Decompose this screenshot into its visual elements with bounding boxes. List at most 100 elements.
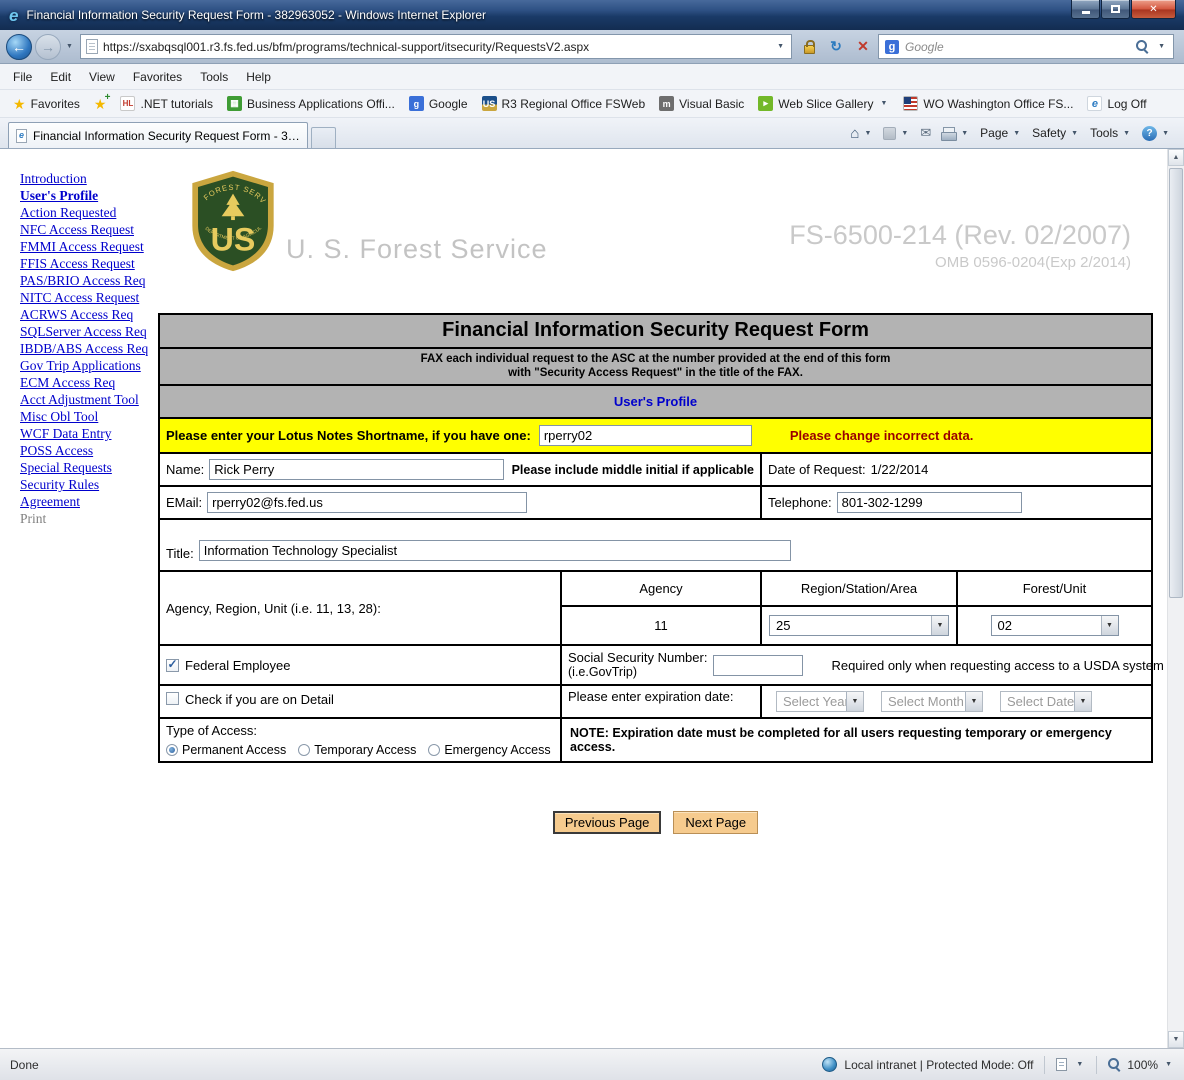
scroll-up-button[interactable]: ▲ [1168,149,1184,166]
tools-menu-button[interactable]: Tools▼ [1085,122,1137,144]
sidebar-item-agreement[interactable]: Agreement [20,493,158,510]
sidebar-item-acct-adjustment[interactable]: Acct Adjustment Tool [20,391,158,408]
name-row: Name: Please include middle initial if a… [160,452,1151,485]
sidebar-item-pas-brio-access[interactable]: PAS/BRIO Access Req [20,272,158,289]
read-mail-button[interactable]: ✉ [915,121,936,145]
emergency-access-radio[interactable] [428,744,440,756]
sidebar-item-nfc-access[interactable]: NFC Access Request [20,221,158,238]
web-slice-icon: ▸ [758,96,773,111]
title-input[interactable] [199,540,791,561]
forward-button[interactable]: → [35,34,61,60]
recent-pages-dropdown-icon[interactable]: ▼ [64,43,75,50]
page-icon [86,39,98,54]
back-button[interactable]: ← [6,34,32,60]
sidebar-item-acrws-access[interactable]: ACRWS Access Req [20,306,158,323]
ie-icon: e [9,7,18,24]
sidebar-item-gov-trip[interactable]: Gov Trip Applications [20,357,158,374]
security-report-button[interactable] [797,34,821,59]
lotus-shortname-input[interactable] [539,425,752,446]
zoom-level: 100% [1127,1058,1158,1072]
sidebar-item-sqlserver-access[interactable]: SQLServer Access Req [20,323,158,340]
sidebar-item-wcf-data-entry[interactable]: WCF Data Entry [20,425,158,442]
forest-unit-select[interactable]: 02 ▼ [991,615,1119,636]
sidebar-item-ffis-access[interactable]: FFIS Access Request [20,255,158,272]
favorite-dotnet-tutorials[interactable]: HL .NET tutorials [113,93,219,114]
menu-file[interactable]: File [4,66,41,88]
web-slice-dropdown-icon[interactable]: ▼ [878,100,889,107]
favorite-r3-regional-office[interactable]: US R3 Regional Office FSWeb [475,93,653,114]
safety-menu-button[interactable]: Safety▼ [1027,122,1085,144]
favorite-visual-basic[interactable]: m Visual Basic [652,93,751,114]
help-button[interactable]: ?▼ [1137,122,1176,145]
favorite-wo-washington-office[interactable]: WO Washington Office FS... [896,93,1080,114]
stop-button[interactable]: ✕ [851,34,875,59]
vertical-scrollbar[interactable]: ▲ ▼ [1167,149,1184,1048]
sidebar-item-introduction[interactable]: Introduction [20,170,158,187]
menu-help[interactable]: Help [237,66,280,88]
home-button[interactable]: ⌂▼ [845,122,878,145]
maximize-button[interactable] [1101,0,1130,19]
print-button[interactable]: ▼ [936,123,975,144]
address-dropdown-icon[interactable]: ▼ [775,43,786,50]
federal-employee-checkbox[interactable] [166,659,179,672]
zoom-control[interactable]: 100% ▼ [1108,1058,1174,1072]
tab-financial-form[interactable]: Financial Information Security Request F… [8,122,308,148]
menu-favorites[interactable]: Favorites [124,66,191,88]
ssn-input[interactable] [713,655,803,676]
forest-select-arrow-icon[interactable]: ▼ [1101,616,1118,635]
visual-basic-icon: m [659,96,674,111]
ssn-govtrip-note: (i.e.GovTrip) [568,665,707,680]
emergency-access-option[interactable]: Emergency Access [428,743,550,757]
page-menu-button[interactable]: Page▼ [975,122,1027,144]
permanent-access-option[interactable]: Permanent Access [166,743,286,757]
on-detail-checkbox[interactable] [166,692,179,705]
search-input[interactable]: g Google ▼ [878,34,1174,59]
compatibility-view-control[interactable]: ▼ [1056,1058,1085,1071]
temporary-access-option[interactable]: Temporary Access [298,743,416,757]
favorite-business-applications[interactable]: ▦ Business Applications Offi... [220,93,402,114]
next-page-button[interactable]: Next Page [673,811,758,834]
scroll-down-button[interactable]: ▼ [1168,1031,1184,1048]
menu-edit[interactable]: Edit [41,66,80,88]
new-tab-button[interactable] [311,127,336,148]
search-icon[interactable] [1136,40,1150,54]
previous-page-button[interactable]: Previous Page [553,811,662,834]
sidebar-item-action-requested[interactable]: Action Requested [20,204,158,221]
sidebar-item-nitc-access[interactable]: NITC Access Request [20,289,158,306]
email-input[interactable] [207,492,527,513]
favorites-button[interactable]: ★ Favorites [6,94,87,114]
search-options-dropdown-icon[interactable]: ▼ [1156,43,1167,50]
sidebar-item-fmmi-access[interactable]: FMMI Access Request [20,238,158,255]
add-to-favorites-bar-button[interactable]: ★ [87,94,114,114]
sidebar-item-security-rules[interactable]: Security Rules [20,476,158,493]
address-input[interactable]: https://sxabqsql001.r3.fs.fed.us/bfm/pro… [80,34,792,59]
title-row: Title: [160,518,1151,570]
sidebar-item-users-profile[interactable]: User's Profile [20,187,158,204]
telephone-input[interactable] [837,492,1022,513]
region-select-arrow-icon[interactable]: ▼ [931,616,948,635]
email-row: EMail: Telephone: [160,485,1151,518]
favorite-google[interactable]: g Google [402,93,475,114]
sidebar-item-ecm-access[interactable]: ECM Access Req [20,374,158,391]
refresh-button[interactable]: ↻ [824,34,848,59]
name-input[interactable] [209,459,503,480]
favorite-log-off[interactable]: e Log Off [1080,93,1153,114]
menu-view[interactable]: View [80,66,124,88]
expiration-date-select[interactable]: Select Date ▼ [1000,691,1092,712]
feeds-button[interactable]: ▼ [878,123,915,144]
expiration-year-select[interactable]: Select Year ▼ [776,691,864,712]
sidebar-item-special-requests[interactable]: Special Requests [20,459,158,476]
region-select[interactable]: 25 ▼ [769,615,949,636]
sidebar-item-misc-obl-tool[interactable]: Misc Obl Tool [20,408,158,425]
scrollbar-thumb[interactable] [1169,168,1183,598]
expiration-month-select[interactable]: Select Month ▼ [881,691,983,712]
sidebar-item-poss-access[interactable]: POSS Access [20,442,158,459]
favorite-web-slice-gallery[interactable]: ▸ Web Slice Gallery ▼ [751,93,896,114]
close-button[interactable]: ✕ [1131,0,1176,19]
favorites-button-label: Favorites [31,97,80,111]
menu-tools[interactable]: Tools [191,66,237,88]
sidebar-item-ibdb-abs-access[interactable]: IBDB/ABS Access Req [20,340,158,357]
temporary-access-radio[interactable] [298,744,310,756]
minimize-button[interactable] [1071,0,1100,19]
permanent-access-radio[interactable] [166,744,178,756]
